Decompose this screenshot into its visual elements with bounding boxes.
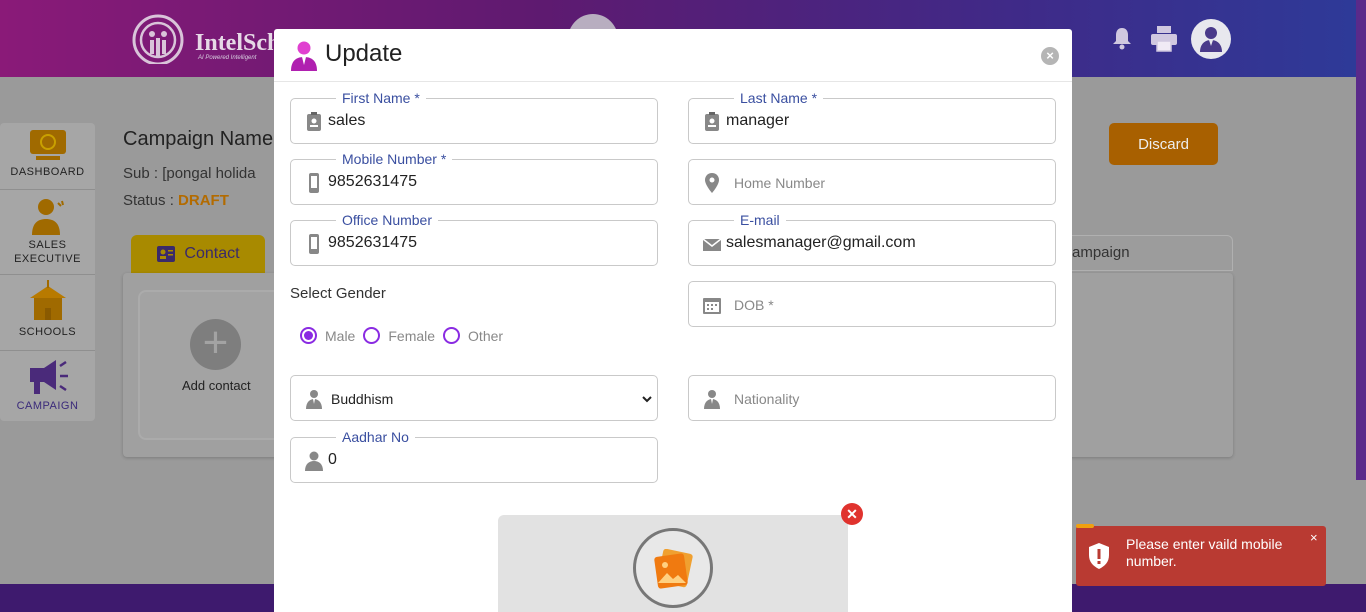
image-icon	[654, 549, 693, 589]
sidebar-item-label: SCHOOLS	[18, 326, 77, 338]
tab-contact[interactable]: Contact	[131, 235, 265, 273]
app-logo	[132, 14, 184, 64]
id-badge-icon	[307, 112, 321, 131]
shield-alert-icon	[1089, 543, 1109, 569]
campaign-status: Status : DRAFT	[123, 192, 229, 209]
sidebar-item-schools[interactable]: SCHOOLS	[0, 280, 95, 339]
nationality-field[interactable]: Nationality	[688, 375, 1056, 421]
envelope-icon	[703, 238, 721, 251]
dob-field[interactable]: DOB *	[688, 281, 1056, 327]
sidebar-divider	[0, 350, 95, 351]
gender-option-male[interactable]: Male	[300, 327, 355, 344]
aadhar-value: 0	[328, 451, 337, 468]
gender-label: Select Gender	[290, 285, 386, 302]
update-modal: Update × First Name * sales Last Name * …	[274, 29, 1072, 612]
tab-contact-label: Contact	[184, 245, 240, 262]
page-scrollbar[interactable]	[1356, 0, 1366, 480]
last-name-field[interactable]: Last Name * manager	[688, 89, 1056, 144]
user-avatar[interactable]	[1191, 19, 1231, 59]
aadhar-label: Aadhar No	[336, 428, 415, 446]
sales-executive-icon	[31, 199, 64, 235]
first-name-field[interactable]: First Name * sales	[290, 89, 658, 144]
office-number-field[interactable]: Office Number 9852631475	[290, 211, 658, 266]
remove-photo-icon[interactable]: ✕	[841, 503, 863, 525]
radio-button[interactable]	[443, 327, 461, 344]
email-field[interactable]: E-mail salesmanager@gmail.com	[688, 211, 1056, 266]
subject-value: [pongal holida	[162, 165, 256, 182]
home-number-placeholder: Home Number	[734, 175, 826, 191]
mobile-phone-icon	[309, 173, 319, 193]
brand-name: IntelSch	[195, 30, 281, 56]
campaign-subject: Sub : [pongal holida	[123, 165, 256, 182]
toast-progress	[1076, 524, 1094, 528]
religion-select[interactable]: Buddhism	[327, 384, 655, 414]
status-label: Status :	[123, 192, 179, 209]
home-number-field[interactable]: Home Number	[688, 159, 1056, 205]
first-name-value: sales	[328, 112, 366, 129]
sidebar-item-sales-executive[interactable]: SALES EXECUTIVE	[0, 197, 95, 266]
mobile-number-field[interactable]: Mobile Number * 9852631475	[290, 150, 658, 205]
radio-button[interactable]	[363, 327, 381, 344]
office-number-value: 9852631475	[328, 234, 417, 251]
location-pin-icon	[705, 173, 719, 193]
sidebar-item-label-line2: EXECUTIVE	[14, 253, 81, 265]
first-name-label: First Name *	[336, 89, 426, 107]
last-name-label: Last Name *	[734, 89, 824, 107]
person-icon	[704, 390, 720, 409]
person-icon	[306, 390, 322, 409]
printer-icon[interactable]	[1150, 25, 1178, 52]
modal-header: Update ×	[274, 29, 1072, 82]
sidebar-item-campaign[interactable]: CAMPAIGN	[0, 358, 95, 413]
id-badge-icon	[705, 112, 719, 131]
bell-icon[interactable]	[1111, 26, 1133, 50]
toast-message: Please enter vaild mobile number.	[1126, 536, 1283, 569]
email-value: salesmanager@gmail.com	[726, 234, 916, 251]
religion-field[interactable]: Buddhism	[290, 375, 658, 421]
subject-label: Sub :	[123, 165, 163, 182]
radio-button[interactable]	[300, 327, 317, 344]
person-icon	[305, 451, 323, 471]
gender-option-other[interactable]: Other	[443, 327, 503, 344]
last-name-value: manager	[726, 112, 790, 129]
dashboard-icon	[29, 130, 66, 160]
campaign-title: Campaign Name	[123, 128, 274, 150]
contact-card-icon	[157, 246, 176, 262]
close-icon[interactable]: ×	[1310, 530, 1318, 545]
tab-campaign[interactable]: ampaign	[1072, 235, 1233, 271]
close-icon[interactable]: ×	[1041, 47, 1059, 65]
sidebar-divider	[0, 274, 95, 275]
brand-tagline: AI Powered Intelligent	[198, 55, 257, 61]
sidebar-item-label: SALES	[28, 239, 67, 251]
sidebar-divider	[0, 189, 95, 190]
sidebar-item-label: DASHBOARD	[10, 166, 85, 178]
school-icon	[29, 280, 66, 320]
discard-button[interactable]: Discard	[1109, 123, 1218, 165]
nationality-placeholder: Nationality	[734, 391, 800, 407]
office-number-label: Office Number	[336, 211, 438, 229]
error-toast: Please enter vaild mobile number. ×	[1076, 524, 1326, 586]
aadhar-field[interactable]: Aadhar No 0	[290, 428, 658, 483]
calendar-icon	[703, 298, 721, 314]
dob-placeholder: DOB *	[734, 297, 774, 313]
mobile-number-label: Mobile Number *	[336, 150, 453, 168]
mobile-phone-icon	[309, 234, 319, 254]
gender-option-label: Other	[468, 327, 504, 344]
modal-title: Update	[325, 40, 403, 67]
sidebar-item-dashboard[interactable]: DASHBOARD	[0, 128, 95, 179]
mobile-number-value: 9852631475	[328, 173, 417, 190]
gender-option-label: Male	[325, 327, 356, 344]
gender-option-label: Female	[388, 327, 436, 344]
email-label: E-mail	[734, 211, 786, 229]
photo-upload-area[interactable]	[498, 515, 848, 612]
sidebar-item-label: CAMPAIGN	[16, 400, 79, 412]
campaign-icon	[29, 360, 68, 394]
add-contact-label: Add contact	[182, 378, 251, 393]
user-icon	[291, 41, 317, 71]
user-icon	[1200, 27, 1222, 52]
plus-icon[interactable]: +	[190, 319, 241, 370]
photo-preview-circle	[633, 528, 713, 608]
status-value: DRAFT	[178, 192, 229, 209]
gender-radio-group: Male Female Other	[300, 327, 511, 344]
gender-option-female[interactable]: Female	[363, 327, 435, 344]
